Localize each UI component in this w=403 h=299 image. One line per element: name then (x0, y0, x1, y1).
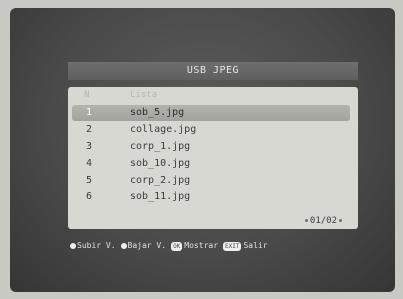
hint-label: Bajar V. (127, 241, 167, 250)
hint-volume-up: Subir V. (70, 239, 116, 253)
row-filename: sob_10.jpg (130, 158, 191, 169)
row-filename: sob_11.jpg (130, 191, 191, 202)
file-list-panel: N Lista 1 sob_5.jpg 2 collage.jpg 3 corp… (68, 87, 358, 229)
file-row[interactable]: 6 sob_11.jpg (68, 189, 358, 205)
row-number: 1 (86, 107, 93, 118)
file-row[interactable]: 5 corp_2.jpg (68, 173, 358, 189)
row-number: 4 (86, 158, 93, 169)
window-title: USB JPEG (68, 62, 358, 80)
row-filename: collage.jpg (130, 124, 197, 135)
page-next-dot-icon (339, 219, 342, 222)
tv-screen: USB JPEG N Lista 1 sob_5.jpg 2 collage.j… (10, 8, 395, 292)
row-number: 2 (86, 124, 93, 135)
hint-volume-down: Bajar V. (120, 239, 167, 253)
exit-key-icon: EXIT (223, 241, 242, 251)
row-filename: corp_2.jpg (130, 175, 191, 186)
row-number: 5 (86, 175, 93, 186)
column-header-list: Lista (130, 90, 158, 100)
file-row-selected[interactable]: 1 sob_5.jpg (72, 105, 350, 121)
page-indicator: 01/02 (303, 216, 344, 226)
hint-label: Subir V. (77, 241, 116, 250)
row-number: 3 (86, 141, 93, 152)
hint-label: Mostrar (184, 241, 219, 250)
file-row[interactable]: 2 collage.jpg (68, 122, 358, 138)
page-prev-dot-icon (304, 219, 308, 222)
list-header: N Lista (68, 87, 358, 103)
column-header-number: N (84, 90, 90, 100)
file-row[interactable]: 4 sob_10.jpg (68, 156, 358, 172)
file-row[interactable]: 3 corp_1.jpg (68, 139, 358, 155)
row-filename: sob_5.jpg (130, 107, 185, 118)
row-number: 6 (86, 191, 93, 202)
button-dot-icon (120, 243, 127, 249)
footer-hints: Subir V. Bajar V. OK Mostrar EXIT Salir (70, 239, 370, 253)
ok-key-icon: OK (171, 241, 183, 251)
row-filename: corp_1.jpg (130, 141, 191, 152)
page-number: 01/02 (309, 216, 337, 226)
hint-show: OK Mostrar (171, 239, 218, 253)
button-dot-icon (70, 243, 76, 249)
hint-exit: EXIT Salir (223, 239, 268, 253)
hint-label: Salir (243, 241, 268, 250)
